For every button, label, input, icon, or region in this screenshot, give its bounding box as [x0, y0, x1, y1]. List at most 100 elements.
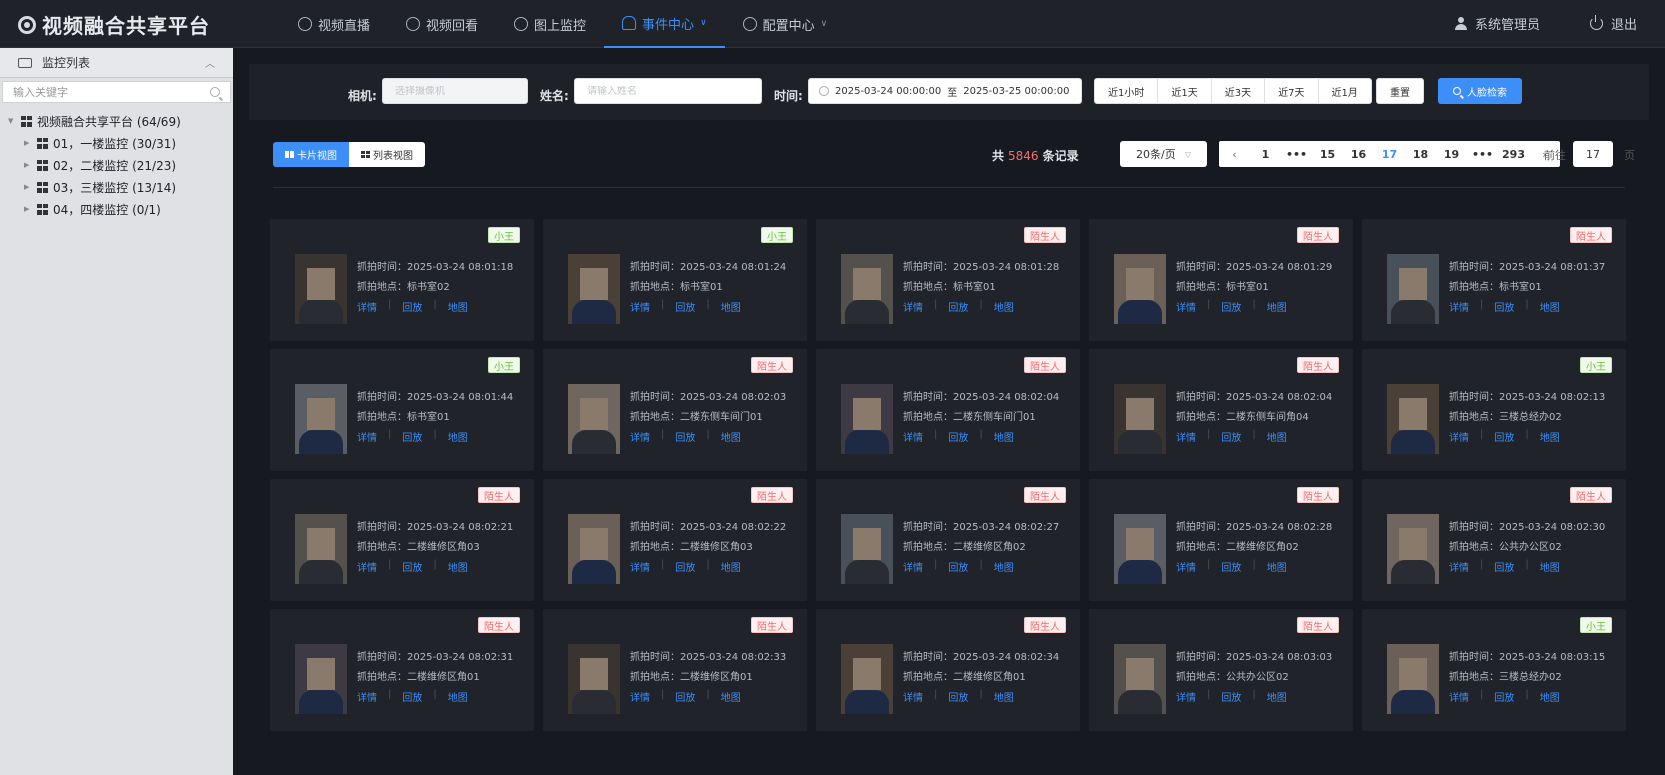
- face-snapshot[interactable]: [295, 254, 347, 324]
- detail-link[interactable]: 详情: [903, 299, 923, 314]
- page-number[interactable]: 293: [1498, 141, 1529, 167]
- record-card[interactable]: 陌生人 抓拍时间：2025-03-24 08:02:34 抓拍地点：二楼维修区角01…: [816, 609, 1080, 731]
- map-link[interactable]: 地图: [1540, 559, 1560, 574]
- detail-link[interactable]: 详情: [1176, 559, 1196, 574]
- page-number[interactable]: 18: [1405, 141, 1436, 167]
- playback-link[interactable]: 回放: [1494, 299, 1514, 314]
- record-card[interactable]: 小王 抓拍时间：2025-03-24 08:03:15 抓拍地点：三楼总经办02 详情…: [1362, 609, 1626, 731]
- quick-range-button[interactable]: 近1天: [1157, 78, 1212, 104]
- face-snapshot[interactable]: [1114, 644, 1166, 714]
- map-link[interactable]: 地图: [1267, 689, 1287, 704]
- record-card[interactable]: 小王 抓拍时间：2025-03-24 08:01:24 抓拍地点：标书室01 详情 | 回…: [543, 219, 807, 341]
- map-link[interactable]: 地图: [721, 299, 741, 314]
- nav-item-4[interactable]: 配置中心 ∨: [725, 0, 846, 48]
- quick-range-button[interactable]: 近3天: [1210, 78, 1266, 104]
- map-link[interactable]: 地图: [1267, 299, 1287, 314]
- record-card[interactable]: 陌生人 抓拍时间：2025-03-24 08:01:37 抓拍地点：标书室01 详情 |…: [1362, 219, 1626, 341]
- record-card[interactable]: 小王 抓拍时间：2025-03-24 08:02:13 抓拍地点：三楼总经办02 详情…: [1362, 349, 1626, 471]
- playback-link[interactable]: 回放: [1221, 689, 1241, 704]
- playback-link[interactable]: 回放: [402, 689, 422, 704]
- record-card[interactable]: 陌生人 抓拍时间：2025-03-24 08:02:21 抓拍地点：二楼维修区角03…: [270, 479, 534, 601]
- user-menu[interactable]: 系统管理员: [1454, 14, 1540, 33]
- page-size-select[interactable]: 20条/页 ▽: [1120, 141, 1207, 167]
- face-snapshot[interactable]: [295, 384, 347, 454]
- face-snapshot[interactable]: [568, 514, 620, 584]
- face-search-button[interactable]: 人脸检索: [1438, 78, 1522, 104]
- quick-range-button[interactable]: 近7天: [1264, 78, 1319, 104]
- caret-right-icon[interactable]: ▶: [24, 183, 34, 191]
- detail-link[interactable]: 详情: [1449, 429, 1469, 444]
- detail-link[interactable]: 详情: [357, 429, 377, 444]
- map-link[interactable]: 地图: [1540, 689, 1560, 704]
- caret-right-icon[interactable]: ▶: [24, 205, 34, 213]
- tree-node-floor[interactable]: ▶ 04，四楼监控 (0/1): [0, 198, 233, 220]
- tree-node-floor[interactable]: ▶ 02，二楼监控 (21/23): [0, 154, 233, 176]
- card-view-button[interactable]: 卡片视图: [273, 142, 349, 167]
- face-snapshot[interactable]: [568, 384, 620, 454]
- camera-input[interactable]: [395, 85, 515, 97]
- face-snapshot[interactable]: [568, 254, 620, 324]
- page-ellipsis[interactable]: •••: [1467, 141, 1498, 167]
- page-number[interactable]: 19: [1436, 141, 1467, 167]
- detail-link[interactable]: 详情: [1176, 299, 1196, 314]
- nav-item-0[interactable]: 视频直播: [280, 0, 388, 48]
- map-link[interactable]: 地图: [1540, 429, 1560, 444]
- face-snapshot[interactable]: [841, 514, 893, 584]
- map-link[interactable]: 地图: [994, 299, 1014, 314]
- detail-link[interactable]: 详情: [357, 299, 377, 314]
- sidebar-search-input[interactable]: [13, 85, 210, 99]
- collapse-icon[interactable]: ︿: [205, 55, 215, 70]
- page-ellipsis[interactable]: •••: [1281, 141, 1312, 167]
- playback-link[interactable]: 回放: [948, 559, 968, 574]
- date-range-picker[interactable]: 2025-03-24 00:00:00 至 2025-03-25 00:00:0…: [808, 78, 1082, 104]
- detail-link[interactable]: 详情: [630, 559, 650, 574]
- playback-link[interactable]: 回放: [948, 689, 968, 704]
- detail-link[interactable]: 详情: [357, 689, 377, 704]
- face-snapshot[interactable]: [295, 514, 347, 584]
- map-link[interactable]: 地图: [994, 559, 1014, 574]
- playback-link[interactable]: 回放: [1221, 299, 1241, 314]
- playback-link[interactable]: 回放: [948, 429, 968, 444]
- jump-page-input[interactable]: 17: [1573, 141, 1613, 167]
- map-link[interactable]: 地图: [1267, 429, 1287, 444]
- map-link[interactable]: 地图: [994, 689, 1014, 704]
- playback-link[interactable]: 回放: [402, 299, 422, 314]
- camera-select[interactable]: [382, 78, 528, 104]
- logout-button[interactable]: 退出: [1589, 14, 1637, 33]
- quick-range-button[interactable]: 近1小时: [1094, 78, 1159, 104]
- playback-link[interactable]: 回放: [675, 299, 695, 314]
- playback-link[interactable]: 回放: [1494, 559, 1514, 574]
- face-snapshot[interactable]: [1387, 384, 1439, 454]
- map-link[interactable]: 地图: [448, 429, 468, 444]
- prev-page-icon[interactable]: ‹: [1219, 141, 1250, 167]
- map-link[interactable]: 地图: [721, 429, 741, 444]
- detail-link[interactable]: 详情: [630, 689, 650, 704]
- detail-link[interactable]: 详情: [630, 429, 650, 444]
- map-link[interactable]: 地图: [1267, 559, 1287, 574]
- face-snapshot[interactable]: [841, 384, 893, 454]
- list-view-button[interactable]: 列表视图: [349, 142, 425, 167]
- nav-item-1[interactable]: 视频回看: [388, 0, 496, 48]
- detail-link[interactable]: 详情: [357, 559, 377, 574]
- face-snapshot[interactable]: [295, 644, 347, 714]
- face-snapshot[interactable]: [1114, 254, 1166, 324]
- record-card[interactable]: 陌生人 抓拍时间：2025-03-24 08:03:03 抓拍地点：公共办公区02 详…: [1089, 609, 1353, 731]
- page-number[interactable]: 16: [1343, 141, 1374, 167]
- map-link[interactable]: 地图: [1540, 299, 1560, 314]
- caret-down-icon[interactable]: ▼: [8, 117, 18, 125]
- record-card[interactable]: 陌生人 抓拍时间：2025-03-24 08:02:30 抓拍地点：公共办公区02 详…: [1362, 479, 1626, 601]
- tree-root[interactable]: ▼ 视频融合共享平台 (64/69): [0, 110, 233, 132]
- caret-right-icon[interactable]: ▶: [24, 139, 34, 147]
- playback-link[interactable]: 回放: [675, 429, 695, 444]
- detail-link[interactable]: 详情: [1176, 689, 1196, 704]
- record-card[interactable]: 小王 抓拍时间：2025-03-24 08:01:18 抓拍地点：标书室02 详情 | 回…: [270, 219, 534, 341]
- playback-link[interactable]: 回放: [675, 559, 695, 574]
- map-link[interactable]: 地图: [448, 689, 468, 704]
- playback-link[interactable]: 回放: [675, 689, 695, 704]
- tree-node-floor[interactable]: ▶ 01，一楼监控 (30/31): [0, 132, 233, 154]
- face-snapshot[interactable]: [841, 644, 893, 714]
- playback-link[interactable]: 回放: [1221, 559, 1241, 574]
- record-card[interactable]: 小王 抓拍时间：2025-03-24 08:01:44 抓拍地点：标书室01 详情 | 回…: [270, 349, 534, 471]
- reset-button[interactable]: 重置: [1376, 78, 1424, 104]
- playback-link[interactable]: 回放: [1221, 429, 1241, 444]
